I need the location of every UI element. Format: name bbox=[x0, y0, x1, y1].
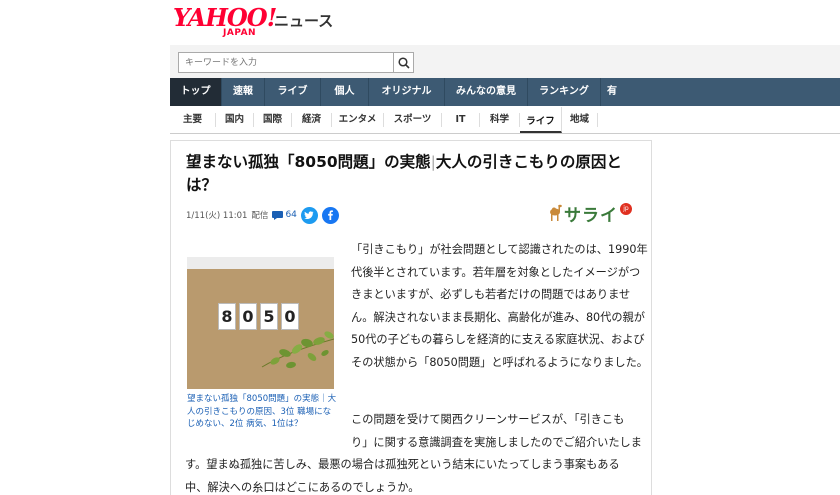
article: 望まない孤独「8050問題」の実態|大人の引きこもりの原因とは？ 1/11(火)… bbox=[170, 140, 652, 495]
sub-nav-tab[interactable]: 経済 bbox=[292, 112, 332, 127]
sub-nav-tab[interactable]: スポーツ bbox=[384, 112, 442, 127]
search-button[interactable] bbox=[394, 52, 414, 73]
search-input[interactable] bbox=[178, 52, 394, 73]
paragraph-line: この問題を受けて関西クリーンサービスが、「引きこも bbox=[351, 413, 625, 426]
article-title: 望まない孤独「8050問題」の実態|大人の引きこもりの原因とは？ bbox=[186, 151, 646, 197]
sub-nav-tab[interactable]: エンタメ bbox=[332, 112, 384, 127]
digit-tile: 0 bbox=[281, 303, 299, 330]
paragraph-line: す。望まぬ孤独に苦しみ、最悪の場合は孤独死という結末にいたってしまう事案もある bbox=[185, 458, 620, 471]
article-date: 1/11(火) 11:01 bbox=[186, 211, 248, 221]
article-title-main: 望まない孤独「8050問題」の実態 bbox=[186, 153, 431, 171]
article-paragraph-1: 「引きこもり」が社会問題として認識されたのは、1990年代後半とされています。若… bbox=[351, 243, 648, 369]
main-nav-item[interactable]: ランキング bbox=[528, 78, 601, 106]
main-nav-item[interactable]: 個人 bbox=[321, 78, 369, 106]
article-meta: 1/11(火) 11:01 配信 64 bbox=[186, 205, 339, 225]
sub-nav: 主要 国内 国際 経済 エンタメ スポーツ IT 科学 ライフ 地域 bbox=[170, 106, 840, 134]
main-nav-item[interactable]: 速報 bbox=[222, 78, 265, 106]
main-nav-item[interactable]: 有 bbox=[601, 78, 840, 106]
logo-main-text: YAHOO! bbox=[173, 3, 277, 32]
main-nav-item[interactable]: みんなの意見 bbox=[445, 78, 528, 106]
digit-tile: 8 bbox=[218, 303, 236, 330]
sub-nav-tab[interactable]: 国際 bbox=[254, 112, 292, 127]
paragraph-line: り」に関する意識調査を実施しましたのでご紹介いたしま bbox=[351, 435, 642, 449]
site-header: YAHOO! JAPAN ニュース bbox=[170, 0, 840, 42]
search-bar bbox=[170, 45, 840, 78]
main-nav-item[interactable]: ライブ bbox=[265, 78, 321, 106]
sub-nav-tab[interactable]: IT bbox=[442, 112, 480, 127]
photo-caption-link[interactable]: 望まない孤独「8050問題」の実態｜大人の引きこもりの原因、3位 職場になじめな… bbox=[187, 393, 337, 431]
service-name[interactable]: ニュース bbox=[274, 10, 333, 31]
facebook-share-icon[interactable] bbox=[321, 206, 339, 224]
camel-icon bbox=[550, 204, 562, 221]
yahoo-japan-logo[interactable]: YAHOO! JAPAN bbox=[173, 3, 277, 39]
comment-icon[interactable] bbox=[272, 210, 284, 220]
publisher-badge: jp bbox=[620, 203, 632, 215]
twitter-bird-icon bbox=[304, 211, 314, 219]
main-nav-item[interactable]: トップ bbox=[170, 78, 222, 106]
twitter-share-icon[interactable] bbox=[300, 206, 318, 224]
article-paragraph-2: この問題を受けて関西クリーンサービスが、「引きこも り」に関する意識調査を実施し… bbox=[185, 409, 651, 494]
publisher-logo[interactable]: サライ jp bbox=[548, 201, 632, 226]
page: YAHOO! JAPAN ニュース トップ速報ライブ個人オリジナルみんなの意見ラ… bbox=[170, 0, 840, 495]
logo-sub-text: JAPAN bbox=[223, 28, 257, 38]
digit-tile: 5 bbox=[260, 303, 278, 330]
search-icon bbox=[397, 56, 410, 69]
article-photo[interactable]: 8 0 5 0 bbox=[187, 257, 334, 389]
comment-count[interactable]: 64 bbox=[285, 210, 296, 220]
sub-nav-tab[interactable]: 地域 bbox=[562, 112, 598, 127]
sub-nav-tab[interactable]: 科学 bbox=[480, 112, 520, 127]
facebook-f-icon bbox=[328, 210, 334, 220]
main-nav: トップ 速報 ライブ 個人 オリジナル みんなの意見 ランキング有 bbox=[170, 78, 840, 106]
delivery-label: 配信 bbox=[251, 211, 269, 221]
main-nav-item[interactable]: オリジナル bbox=[369, 78, 445, 106]
paragraph-line: 中、解決への糸口はどこにあるのでしょうか。 bbox=[185, 481, 420, 494]
sub-nav-tab[interactable]: 主要 bbox=[170, 112, 216, 127]
sub-nav-tab[interactable]: 国内 bbox=[216, 112, 254, 127]
digit-tile: 0 bbox=[239, 303, 257, 330]
publisher-name: サライ bbox=[564, 205, 618, 226]
sub-nav-tab[interactable]: ライフ bbox=[520, 106, 562, 133]
